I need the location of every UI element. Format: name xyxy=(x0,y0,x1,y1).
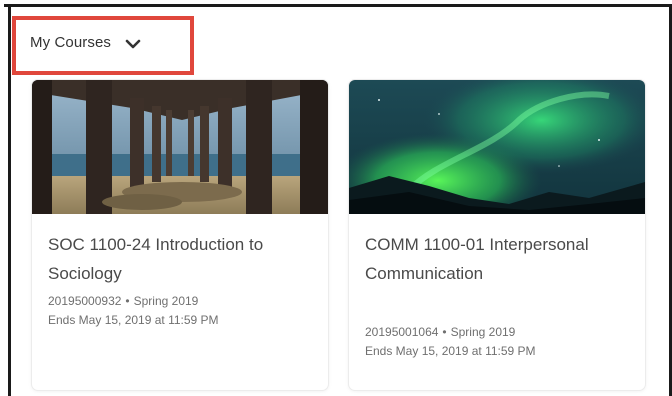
course-code-term: 20195001064 • Spring 2019 xyxy=(365,323,635,342)
course-title[interactable]: SOC 1100-24 Introduction to Sociology xyxy=(48,230,314,288)
frame-border-top xyxy=(4,4,672,7)
chevron-down-icon xyxy=(125,37,141,49)
course-code-term: 20195000932 • Spring 2019 xyxy=(48,292,318,311)
course-term: Spring 2019 xyxy=(133,294,199,308)
course-code: 20195000932 xyxy=(48,294,122,308)
frame-border-left xyxy=(8,4,11,396)
screenshot-frame: My Courses SOC 1100-24 Introduction to S… xyxy=(0,0,672,396)
course-term: Spring 2019 xyxy=(450,325,516,339)
course-title[interactable]: COMM 1100-01 Interpersonal Communication xyxy=(365,230,631,288)
northern-lights-photo xyxy=(349,80,645,214)
my-courses-dropdown[interactable]: My Courses xyxy=(30,34,141,51)
pier-pilings-photo xyxy=(32,80,328,214)
course-code: 20195001064 xyxy=(365,325,439,339)
course-end-date: Ends May 15, 2019 at 11:59 PM xyxy=(365,344,536,358)
course-card-soc[interactable]: SOC 1100-24 Introduction to Sociology 20… xyxy=(32,80,328,390)
my-courses-label: My Courses xyxy=(30,34,112,51)
course-card-comm[interactable]: COMM 1100-01 Interpersonal Communication… xyxy=(349,80,645,390)
meta-separator: • xyxy=(442,325,447,339)
course-end-date: Ends May 15, 2019 at 11:59 PM xyxy=(48,313,219,327)
meta-separator: • xyxy=(125,294,130,308)
